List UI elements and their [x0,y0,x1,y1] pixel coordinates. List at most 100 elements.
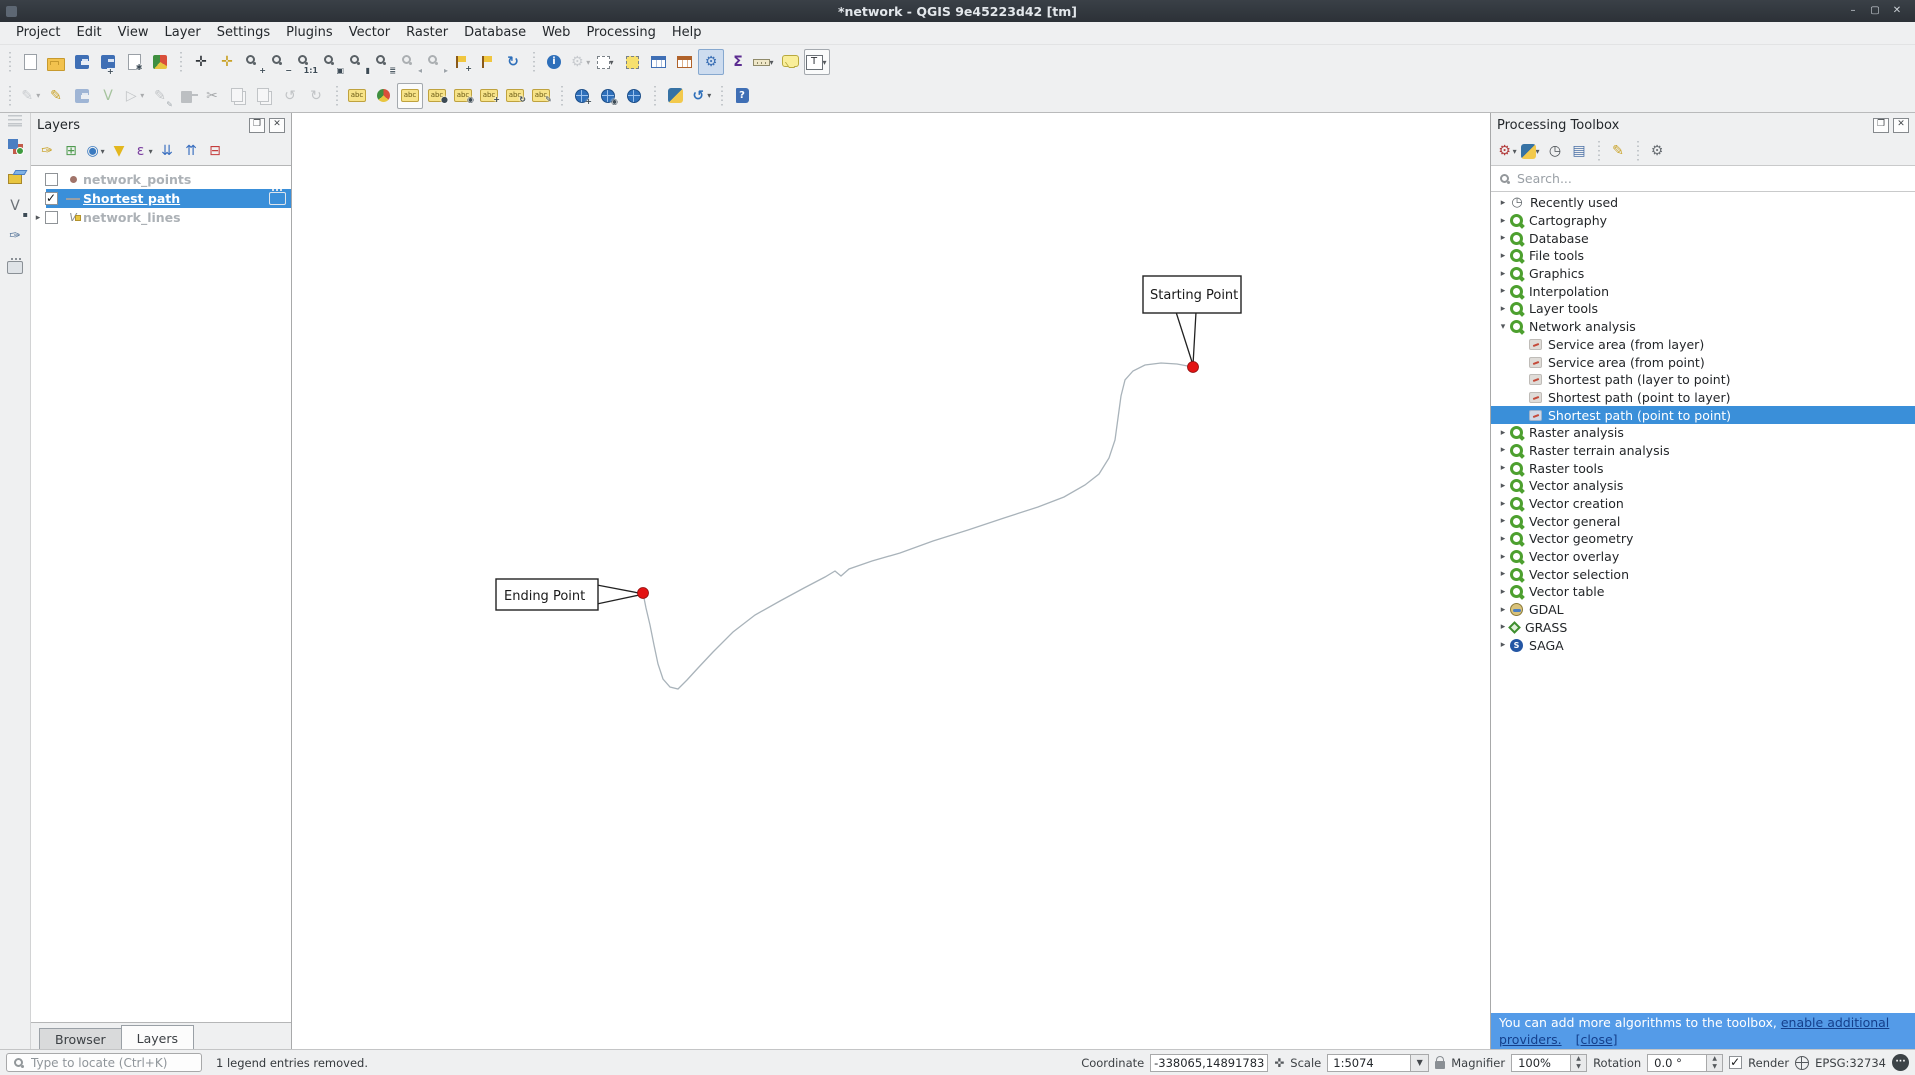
expander-icon[interactable] [1496,445,1510,455]
map-canvas[interactable]: Starting Point Ending Point [292,113,1490,1050]
expander-icon[interactable] [1496,198,1510,208]
menu-plugins[interactable]: Plugins [278,22,341,44]
toolbox-tree-item[interactable]: Layer tools [1491,300,1915,318]
toggle-extents-icon[interactable] [1274,1056,1284,1070]
expander-icon[interactable] [1496,304,1510,314]
save-project-as-icon[interactable] [96,50,120,74]
layer-labeling-icon[interactable] [345,84,369,108]
add-mesh-layer-icon[interactable] [3,164,27,188]
expander-icon[interactable] [1496,481,1510,491]
identify-features-icon[interactable] [542,50,566,74]
toolbox-tree-item[interactable]: Network analysis [1491,318,1915,336]
metasearch-icon[interactable] [596,84,620,108]
menu-layer[interactable]: Layer [157,22,209,44]
zoom-to-layer-icon[interactable] [371,50,395,74]
layer-item[interactable]: network_points [31,170,291,189]
pin-unpin-labels-icon[interactable] [425,84,449,108]
close-notification-link[interactable]: [close] [1576,1032,1618,1047]
redo-icon[interactable]: ↻ [304,84,328,108]
tab-layers[interactable]: Layers [121,1025,194,1050]
toolbox-tree-item[interactable]: Shortest path (layer to point) [1491,371,1915,389]
toolbox-tree-item[interactable]: Vector selection [1491,565,1915,583]
project-properties-icon[interactable] [122,50,146,74]
options-wrench-icon[interactable]: ⚙ [1646,140,1668,162]
pan-map-icon[interactable]: ✛ [189,50,213,74]
collapse-all-icon[interactable]: ⇈ [180,140,202,162]
zoom-native-icon[interactable] [293,50,317,74]
expander-icon[interactable] [1496,534,1510,544]
expander-icon[interactable] [1496,640,1510,650]
toolbox-tree-item[interactable]: Vector overlay [1491,548,1915,566]
toolbox-tree-item[interactable]: Vector creation [1491,495,1915,513]
ending-point-marker[interactable] [638,588,649,599]
toolbox-tree-item[interactable]: Vector analysis [1491,477,1915,495]
menu-help[interactable]: Help [664,22,710,44]
zoom-to-selection-icon[interactable] [345,50,369,74]
render-checkbox[interactable] [1729,1056,1742,1069]
python-console-icon[interactable] [663,84,687,108]
toolbox-tree-item[interactable]: GRASS [1491,619,1915,637]
refresh-map-icon[interactable]: ↻ [501,50,525,74]
layer-diagram-icon[interactable] [371,84,395,108]
tab-browser[interactable]: Browser [39,1028,122,1050]
minimize-button[interactable]: – [1845,4,1861,18]
paste-features-icon[interactable] [252,84,276,108]
crs-value[interactable]: EPSG:32734 [1815,1056,1886,1070]
python-scripts-icon[interactable]: ▾ [1520,140,1542,162]
toggle-editing-icon[interactable]: ✎ [44,84,68,108]
help-contents-icon[interactable] [730,84,754,108]
toolbox-tree-item[interactable]: Cartography [1491,212,1915,230]
expander-icon[interactable] [1496,516,1510,526]
edit-features-in-place-icon[interactable]: ✎ [1607,140,1629,162]
maximize-button[interactable]: ▢ [1867,4,1883,18]
close-panel-button[interactable]: ✕ [269,118,285,133]
toolbox-tree-item[interactable]: Vector general [1491,512,1915,530]
toolbox-tree-item[interactable]: Raster tools [1491,459,1915,477]
spin-up-icon[interactable]: ▲ [1707,1055,1722,1063]
messages-icon[interactable] [1892,1054,1909,1071]
menu-view[interactable]: View [110,22,157,44]
rotation-spinbox[interactable]: 0.0 ° ▲▼ [1647,1054,1723,1072]
toolbox-tree-item[interactable]: Service area (from point) [1491,353,1915,371]
menu-database[interactable]: Database [456,22,534,44]
cut-features-icon[interactable]: ✂ [200,84,224,108]
save-project-icon[interactable] [70,50,94,74]
deselect-features-icon[interactable] [620,50,644,74]
menu-web[interactable]: Web [534,22,578,44]
current-edits-icon[interactable]: ✎▾ [18,84,42,108]
spin-buttons[interactable]: ▲▼ [1570,1055,1586,1071]
map-tips-icon[interactable] [778,50,802,74]
pan-to-selection-icon[interactable]: ✛ [215,50,239,74]
coordinate-input[interactable] [1150,1054,1268,1072]
toolbox-tree-item[interactable]: Shortest path (point to point) [1491,406,1915,424]
processing-toolbox-icon[interactable]: ⚙ [698,49,724,75]
float-panel-button[interactable]: ❐ [1873,118,1889,133]
crs-globe-icon[interactable] [1795,1056,1809,1070]
add-group-icon[interactable]: ⊞ [60,140,82,162]
zoom-last-icon[interactable] [397,50,421,74]
spin-buttons[interactable]: ▲▼ [1706,1055,1722,1071]
toolbox-tree-item[interactable]: Database [1491,229,1915,247]
menu-project[interactable]: Project [8,22,68,44]
expander-icon[interactable] [1496,552,1510,562]
metasearch-add-icon[interactable] [570,84,594,108]
show-bookmarks-icon[interactable] [475,50,499,74]
close-button[interactable]: ✕ [1889,4,1905,18]
new-project-icon[interactable] [18,50,42,74]
float-panel-button[interactable]: ❐ [249,118,265,133]
remove-layer-icon[interactable]: ⊟ [204,140,226,162]
expander-icon[interactable] [1496,286,1510,296]
toolbox-tree-item[interactable]: Vector geometry [1491,530,1915,548]
zoom-next-icon[interactable] [423,50,447,74]
zoom-out-icon[interactable] [267,50,291,74]
processing-history-icon[interactable]: ↺▾ [689,84,713,108]
toolbox-tree-item[interactable]: SAGA [1491,636,1915,654]
lock-scale-icon[interactable] [1435,1061,1445,1069]
expander-icon[interactable] [1496,605,1510,615]
data-source-manager-icon[interactable] [3,134,27,158]
menu-vector[interactable]: Vector [341,22,398,44]
toolbox-tree-item[interactable]: Vector table [1491,583,1915,601]
expander-icon[interactable] [1496,322,1510,332]
select-features-icon[interactable]: ▾ [594,50,618,74]
move-label-icon[interactable] [477,84,501,108]
